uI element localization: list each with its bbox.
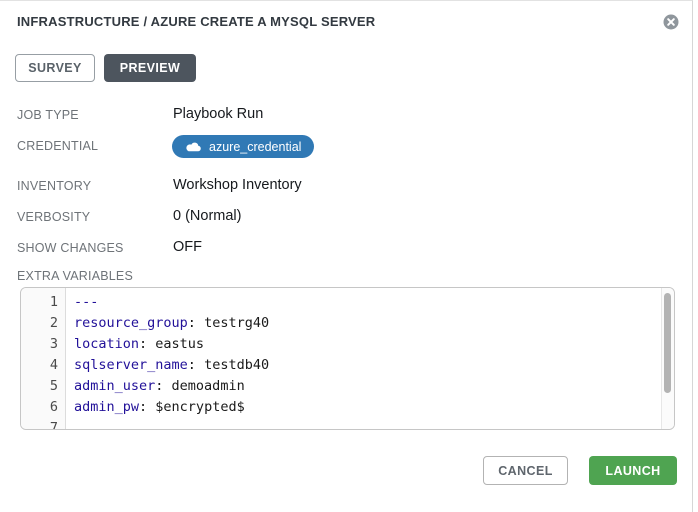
yaml-key: admin_user bbox=[74, 378, 155, 394]
extra-variables-label: EXTRA VARIABLES bbox=[17, 269, 133, 283]
line-number: 5 bbox=[21, 376, 58, 397]
yaml-key: --- bbox=[74, 294, 98, 310]
line-number: 4 bbox=[21, 355, 58, 376]
credential-badge-label: azure_credential bbox=[209, 140, 301, 154]
yaml-value: demoadmin bbox=[172, 378, 245, 394]
yaml-key: location bbox=[74, 336, 139, 352]
code-line[interactable]: location: eastus bbox=[67, 334, 660, 355]
yaml-key: admin_pw bbox=[74, 399, 139, 415]
inventory-label: INVENTORY bbox=[17, 179, 91, 193]
cancel-button[interactable]: CANCEL bbox=[483, 456, 568, 485]
code-line[interactable]: --- bbox=[67, 292, 660, 313]
editor-line-numbers: 1234567 bbox=[21, 292, 58, 430]
close-icon[interactable] bbox=[663, 14, 679, 30]
job-launch-preview-dialog: INFRASTRUCTURE / AZURE CREATE A MYSQL SE… bbox=[0, 0, 693, 512]
show-changes-label: SHOW CHANGES bbox=[17, 241, 124, 255]
job-type-value: Playbook Run bbox=[173, 106, 263, 122]
editor-scrollbar-thumb[interactable] bbox=[664, 293, 671, 393]
job-type-label: JOB TYPE bbox=[17, 108, 79, 122]
line-number: 3 bbox=[21, 334, 58, 355]
credential-label: CREDENTIAL bbox=[17, 139, 98, 153]
yaml-value: testdb40 bbox=[204, 357, 269, 373]
tab-survey[interactable]: SURVEY bbox=[15, 54, 95, 82]
yaml-key: sqlserver_name bbox=[74, 357, 188, 373]
editor-code-area[interactable]: ---resource_group: testrg40location: eas… bbox=[67, 292, 660, 418]
yaml-separator: : bbox=[155, 378, 171, 394]
code-line[interactable]: sqlserver_name: testdb40 bbox=[67, 355, 660, 376]
extra-variables-editor[interactable]: 1234567 ---resource_group: testrg40locat… bbox=[20, 287, 675, 430]
code-line[interactable]: resource_group: testrg40 bbox=[67, 313, 660, 334]
inventory-value: Workshop Inventory bbox=[173, 177, 302, 193]
cloud-icon bbox=[185, 141, 202, 153]
verbosity-value: 0 (Normal) bbox=[173, 208, 241, 224]
yaml-separator: : bbox=[188, 357, 204, 373]
yaml-value: $encrypted$ bbox=[155, 399, 244, 415]
credential-badge[interactable]: azure_credential bbox=[172, 135, 314, 158]
page-title: INFRASTRUCTURE / AZURE CREATE A MYSQL SE… bbox=[17, 14, 375, 29]
verbosity-label: VERBOSITY bbox=[17, 210, 90, 224]
tab-survey-label: SURVEY bbox=[28, 61, 82, 75]
yaml-separator: : bbox=[188, 315, 204, 331]
yaml-value: testrg40 bbox=[204, 315, 269, 331]
code-line[interactable]: admin_pw: $encrypted$ bbox=[67, 397, 660, 418]
yaml-value: eastus bbox=[155, 336, 204, 352]
line-number: 1 bbox=[21, 292, 58, 313]
line-number: 6 bbox=[21, 397, 58, 418]
editor-scrollbar-track[interactable] bbox=[661, 288, 674, 429]
launch-button[interactable]: LAUNCH bbox=[589, 456, 677, 485]
yaml-key: resource_group bbox=[74, 315, 188, 331]
yaml-separator: : bbox=[139, 336, 155, 352]
show-changes-value: OFF bbox=[173, 239, 202, 255]
tab-preview[interactable]: PREVIEW bbox=[104, 54, 196, 82]
code-line[interactable]: admin_user: demoadmin bbox=[67, 376, 660, 397]
cancel-button-label: CANCEL bbox=[498, 464, 552, 478]
line-number: 2 bbox=[21, 313, 58, 334]
tab-preview-label: PREVIEW bbox=[120, 61, 180, 75]
line-number: 7 bbox=[21, 418, 58, 430]
launch-button-label: LAUNCH bbox=[605, 464, 660, 478]
yaml-separator: : bbox=[139, 399, 155, 415]
